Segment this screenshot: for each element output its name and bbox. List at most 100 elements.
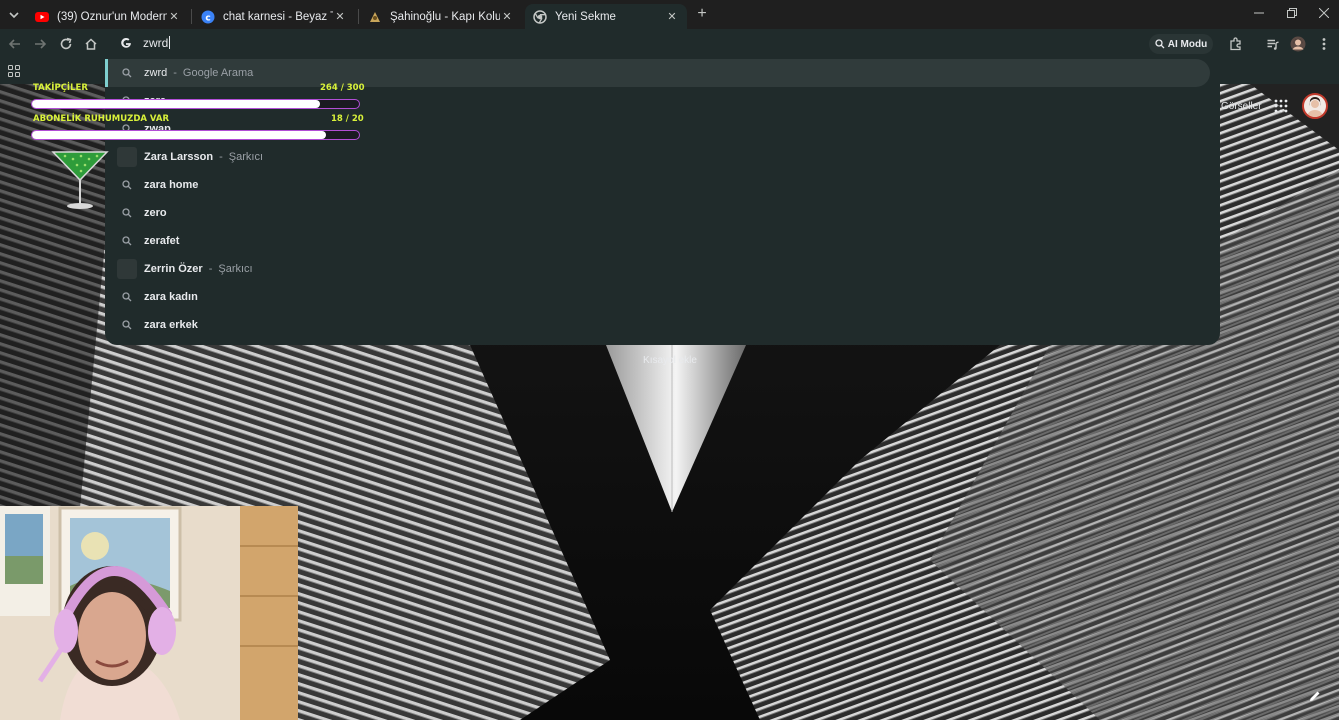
webcam-feed xyxy=(0,506,298,720)
search-icon xyxy=(117,292,137,302)
suggestion-item[interactable]: zwrd - Google Arama xyxy=(105,59,1210,87)
sparkle-search-icon xyxy=(1155,39,1165,49)
media-controls-button[interactable] xyxy=(1264,35,1282,53)
pencil-icon xyxy=(1310,691,1320,701)
tab-youtube[interactable]: (39) Öznur'un Modern-Vintage ✕ xyxy=(27,4,189,29)
suggestion-item[interactable]: zero xyxy=(105,199,1210,227)
restore-button[interactable] xyxy=(1285,6,1299,20)
omnibox-input[interactable]: zwrd xyxy=(143,36,171,50)
tab-whiteboard[interactable]: c chat karnesi - Beyaz Tahta ✕ xyxy=(193,4,355,29)
search-icon xyxy=(117,236,137,246)
minimize-button[interactable] xyxy=(1252,6,1266,20)
minimize-icon xyxy=(1254,12,1264,14)
tab-title: Şahinoğlu - Kapı Kolu ve Banyo xyxy=(390,10,500,23)
suggestion-separator: - xyxy=(173,67,177,79)
suggestion-thumbnail xyxy=(117,147,137,167)
suggestion-item[interactable]: Zerrin Özer - Şarkıcı xyxy=(105,255,1210,283)
suggestion-separator: - xyxy=(219,151,223,163)
puzzle-icon xyxy=(1230,37,1241,51)
svg-text:c: c xyxy=(205,13,210,23)
site-favicon xyxy=(368,10,382,24)
apps-button[interactable] xyxy=(5,62,23,80)
home-icon xyxy=(85,38,97,50)
suggestion-text: zerafet xyxy=(144,235,180,247)
suggestion-item[interactable]: Zara Larsson - Şarkıcı xyxy=(105,143,1210,171)
reload-button[interactable] xyxy=(57,35,75,53)
extensions-button[interactable] xyxy=(1227,35,1245,53)
suggestion-text: Zara Larsson xyxy=(144,151,214,163)
omnibox-text: zwrd xyxy=(143,36,169,50)
suggestion-item[interactable]: zerafet xyxy=(105,227,1210,255)
suggestion-item[interactable]: zara erkek xyxy=(105,311,1210,339)
suggestion-separator: - xyxy=(208,263,213,275)
tab-title: chat karnesi - Beyaz Tahta xyxy=(223,10,333,23)
search-icon xyxy=(117,68,137,78)
close-window-button[interactable] xyxy=(1317,6,1331,20)
cocktail-glass-icon xyxy=(51,150,109,212)
followers-progress-fill xyxy=(32,100,320,108)
customize-button[interactable] xyxy=(1309,690,1323,704)
apps-grid-icon xyxy=(1274,99,1288,113)
arrow-right-icon xyxy=(35,39,47,49)
whiteboard-icon: c xyxy=(201,10,215,24)
avatar xyxy=(1307,97,1323,117)
reload-icon xyxy=(60,37,72,50)
account-avatar[interactable] xyxy=(1302,93,1328,119)
followers-progress-bar xyxy=(31,99,360,109)
youtube-icon xyxy=(35,10,49,24)
tab-title: Yeni Sekme xyxy=(555,10,616,23)
add-shortcut-label[interactable]: Kısayol ekle xyxy=(620,355,720,366)
subscribers-progress-fill xyxy=(32,131,327,139)
suggestion-text: zwrd xyxy=(144,67,168,79)
suggestion-subtitle: Şarkıcı xyxy=(218,263,253,275)
restore-icon xyxy=(1287,8,1297,18)
suggestion-item[interactable]: zara kadın xyxy=(105,283,1210,311)
tab-strip: (39) Öznur'un Modern-Vintage ✕ c chat ka… xyxy=(0,0,1339,29)
tab-search-button[interactable] xyxy=(8,8,20,22)
suggestion-text: zara home xyxy=(144,179,199,191)
close-icon xyxy=(1318,7,1330,19)
suggestion-text: zara kadın xyxy=(144,291,198,303)
close-icon[interactable]: ✕ xyxy=(333,10,347,23)
close-icon[interactable]: ✕ xyxy=(665,10,679,23)
omnibox[interactable]: zwrd AI Modu xyxy=(105,31,1220,57)
arrow-left-icon xyxy=(8,39,20,49)
images-link[interactable]: Görseller xyxy=(1221,101,1262,112)
followers-label: TAKİPÇİLER xyxy=(33,83,88,93)
search-icon xyxy=(117,208,137,218)
home-button[interactable] xyxy=(82,35,100,53)
tab-new-tab[interactable]: Yeni Sekme ✕ xyxy=(525,4,687,29)
suggestion-text: Zerrin Özer xyxy=(144,263,203,275)
playlist-icon xyxy=(1267,39,1279,50)
menu-button[interactable] xyxy=(1315,35,1333,53)
ai-mode-label: AI Modu xyxy=(1167,38,1208,50)
google-g-icon xyxy=(120,37,132,52)
selected-indicator xyxy=(105,59,108,87)
suggestion-text: zara erkek xyxy=(144,319,198,331)
close-icon[interactable]: ✕ xyxy=(500,10,514,23)
chevron-down-icon xyxy=(9,12,19,19)
subscribers-label: ABONELİK RUHUMUZDA VAR xyxy=(33,114,170,124)
kebab-menu-icon xyxy=(1322,38,1326,50)
suggestion-thumbnail xyxy=(117,259,137,279)
profile-button[interactable] xyxy=(1289,35,1307,53)
avatar xyxy=(1290,36,1306,52)
suggestion-text: zero xyxy=(144,207,167,219)
tab-sahinoglu[interactable]: Şahinoğlu - Kapı Kolu ve Banyo ✕ xyxy=(360,4,522,29)
ai-mode-button[interactable]: AI Modu xyxy=(1149,34,1213,54)
search-icon xyxy=(117,180,137,190)
close-icon[interactable]: ✕ xyxy=(167,10,181,23)
grid-icon xyxy=(8,65,20,77)
subscribers-count: 18 / 20 xyxy=(331,114,364,124)
suggestion-item[interactable]: zara home xyxy=(105,171,1210,199)
followers-count: 264 / 300 xyxy=(320,83,365,93)
new-tab-button[interactable]: + xyxy=(695,5,709,22)
search-icon xyxy=(117,320,137,330)
back-button[interactable] xyxy=(6,35,24,53)
subscribers-progress-bar xyxy=(31,130,360,140)
google-apps-button[interactable] xyxy=(1274,99,1288,113)
suggestion-subtitle: Google Arama xyxy=(182,67,254,79)
plus-icon: + xyxy=(697,5,707,22)
chrome-icon xyxy=(533,9,547,24)
forward-button[interactable] xyxy=(31,35,49,53)
